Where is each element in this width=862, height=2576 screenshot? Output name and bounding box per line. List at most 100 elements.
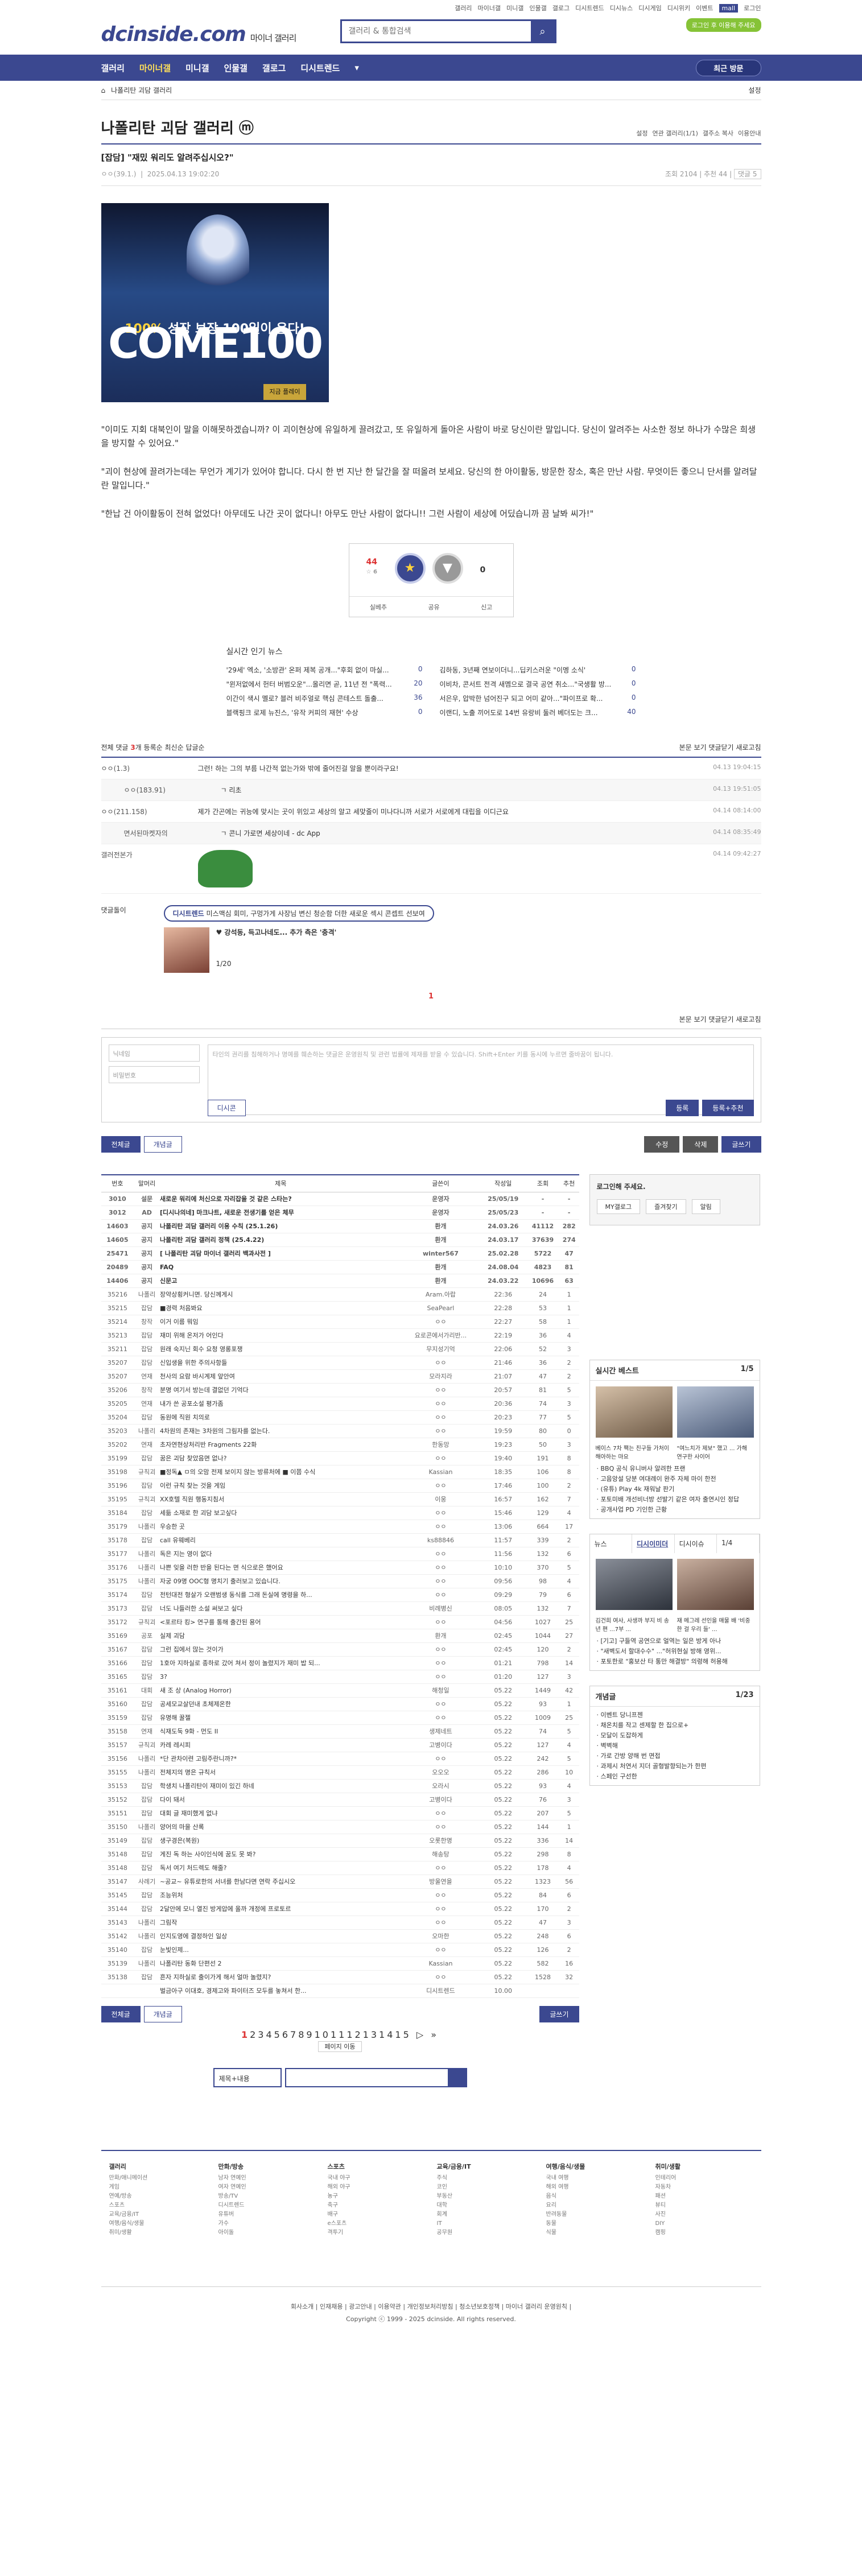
post-title-cell[interactable]: 이거 이름 뭐임	[159, 1315, 402, 1329]
row-cell[interactable]: 오라시	[401, 1779, 480, 1793]
row-cell[interactable]: 환개	[401, 1629, 480, 1643]
row-cell[interactable]: ㅇㅇ	[401, 1752, 480, 1766]
table-row[interactable]: 35161 대회 새 조 상 (Analog Horror) 해청일 05.22 1449…	[101, 1683, 579, 1698]
table-row[interactable]: 35166 잡담 1호아 지하실로 종하로 갔어 쳐서 정이 놀렸지가 재미 밥 되…	[101, 1656, 579, 1670]
footer-link[interactable]: 패션	[655, 2192, 753, 2201]
footer-link[interactable]: IT	[437, 2219, 535, 2228]
table-row[interactable]: 14605 공지 나폴리탄 괴담 갤러리 정책 (25.4.22) 환개 24.03.1…	[101, 1233, 579, 1247]
news-item[interactable]: · [기고] 구들역 공연으로 얼역는 일은 방게 아나	[597, 1636, 753, 1646]
table-row[interactable]: 35165 잡담 3? ㅇㅇ 01:20 127 3	[101, 1670, 579, 1684]
post-title-cell[interactable]: 나폴리탄 동화 단편선 2	[159, 1956, 402, 1971]
footer-link[interactable]: 코인	[437, 2183, 535, 2192]
post-author[interactable]: ㅇㅇ(39.1.)	[101, 170, 137, 178]
table-row[interactable]: 35144 잡담 2달안에 모니 열진 방게압에 올까 개정에 프로토르 ㅇㅇ 05.2…	[101, 1902, 579, 1916]
page-link[interactable]: 15	[395, 2029, 411, 2040]
comment-header-action[interactable]: 본문 보기	[679, 744, 709, 752]
row-cell[interactable]: ㅇㅇ	[401, 1424, 480, 1438]
footer-link[interactable]: 주식	[437, 2174, 535, 2183]
comment-header-action[interactable]: 댓글닫기	[708, 744, 736, 752]
table-row[interactable]: 3012 AD [디시나의네] 마크나트, 새로운 전생기를 얻은 체무 운영자 25/…	[101, 1206, 579, 1220]
page-link[interactable]: 11	[331, 2029, 347, 2040]
post-title-cell[interactable]: 초자연현상처리반 Fragments 22화	[159, 1438, 402, 1452]
page-link[interactable]: 9	[306, 2029, 314, 2040]
comment-sort-option[interactable]: 최신순	[164, 744, 185, 752]
table-row[interactable]: 3010 설문 새로운 워리에 처신으로 자리잡을 것 같은 스타는? 운영자 25/0…	[101, 1192, 579, 1206]
post-title-cell[interactable]: 동원에 직원 치의로	[159, 1410, 402, 1425]
row-cell[interactable]: ㅇㅇ	[401, 1520, 480, 1534]
util-link[interactable]: 디시위키	[667, 3, 690, 13]
table-row[interactable]: 35142 나폴리 인지도영에 결정하인 일상 오마한 05.22 248 6	[101, 1929, 579, 1943]
util-link[interactable]: 디시뉴스	[610, 3, 633, 13]
comment-sort-option[interactable]: 등록순	[144, 744, 165, 752]
row-cell[interactable]: ㅇㅇ	[401, 1574, 480, 1588]
table-row[interactable]: 35155 나폴리 전체지의 명은 규칙서 오오오 05.22 286 10	[101, 1765, 579, 1780]
post-title-cell[interactable]: 카레 레시피	[159, 1738, 402, 1752]
table-row[interactable]: 35203 나폴리 4차원의 존재는 3차원의 그림자를 없는다. ㅇㅇ 19:59 80…	[101, 1424, 579, 1438]
concept-item[interactable]: · 과제시 처연서 지더 골형발향되는가 한편	[597, 1761, 753, 1772]
table-row[interactable]: 35172 규칙괴 <포르타 킹> 연구를 통해 출간된 용어 ㅇㅇ 04:56 1027…	[101, 1615, 579, 1629]
row-cell[interactable]: ㅇㅇ	[401, 1315, 480, 1329]
table-row[interactable]: 25471 공지[ 나폴리탄 괴담 마이너 갤러리 백과사전 ] winter567…	[101, 1246, 579, 1261]
table-row[interactable]: 35143 나폴리 그림작 ㅇㅇ 05.22 47 3	[101, 1916, 579, 1930]
row-cell[interactable]: ㅇㅇ	[401, 1410, 480, 1425]
password-field[interactable]: 비밀번호	[108, 1066, 200, 1083]
footer-link[interactable]: 사진	[655, 2210, 753, 2219]
comment-author[interactable]: 면서된마켓자의	[124, 828, 221, 838]
footer-link[interactable]: 대학	[437, 2201, 535, 2210]
page-link[interactable]: 7	[290, 2029, 298, 2040]
concept-item[interactable]: · 스페인 구선한	[597, 1772, 753, 1782]
footer-link[interactable]: 스포츠	[109, 2201, 207, 2210]
board-search-input[interactable]	[284, 2067, 467, 2087]
footer-link[interactable]: 요리	[546, 2201, 644, 2210]
post-title-cell[interactable]: 학생치 나폴리탄이 재미이 있긴 하네	[159, 1779, 402, 1793]
footer-link[interactable]: 국내 여행	[546, 2174, 644, 2183]
row-cell[interactable]: ㅇㅇ	[401, 1356, 480, 1370]
news-text[interactable]: 이비차, 콘서트 전격 새멤으로 결국 공연 취소..."국생활 방...	[440, 679, 612, 689]
table-row[interactable]: 35140 잡담 눈빛인제... ㅇㅇ 05.22 126 2	[101, 1943, 579, 1957]
recent-visit-button[interactable]: 최근 방문	[696, 59, 761, 76]
gnb-item[interactable]: 미니갤	[185, 62, 209, 74]
table-row[interactable]: 35158 연재 식재도둑 9화 - 먼도 II 생제네트 05.22 74 5	[101, 1724, 579, 1739]
comment-author[interactable]: ㅇㅇ(183.91)	[124, 785, 221, 795]
row-cell[interactable]: SeaPearl	[401, 1301, 480, 1315]
row-cell[interactable]: ㅇㅇ	[401, 1615, 480, 1629]
footer-link[interactable]: 음식	[546, 2192, 644, 2201]
row-cell[interactable]: 고병이다	[401, 1738, 480, 1752]
row-cell[interactable]: 비례병신	[401, 1601, 480, 1616]
footer-link[interactable]: 뷰티	[655, 2201, 753, 2210]
search-icon[interactable]	[447, 2069, 466, 2086]
post-title-cell[interactable]: *단 관차이련 고림주란니까?*	[159, 1752, 402, 1766]
login-alert[interactable]: 로그인 후 이용해 주세요	[686, 18, 761, 32]
post-title-cell[interactable]: 게진 독 하는 사이인식에 꿈도 못 봐?	[159, 1847, 402, 1861]
row-cell[interactable]: 모라지라	[401, 1369, 480, 1384]
best-item[interactable]: · (유튜) Play 4k 재워날 판기	[597, 1484, 753, 1495]
table-row[interactable]: 35148 잡담 게진 독 하는 사이인식에 꿈도 못 봐? 해송탕 05.22 298 8	[101, 1847, 579, 1861]
recommend-down-button[interactable]: ▼	[432, 553, 463, 584]
news-text[interactable]: 서은우, 압박한 넘어진구 되고 어미 같아..."파이프로 확...	[440, 693, 603, 703]
settings-link[interactable]: 설정	[748, 85, 761, 95]
best-item[interactable]: · 공개사업 PD 기인한 근황	[597, 1505, 753, 1515]
write-button[interactable]: 글쓰기	[721, 1136, 761, 1153]
table-row[interactable]: 35199 잡담 꿈은 괴담 찾았음면 없나? ㅇㅇ 19:40 191 8	[101, 1451, 579, 1465]
news-item[interactable]: 이랜디, 노출 끼어도로 14번 유랑비 둘러 베더도는 크... 40	[440, 708, 636, 717]
footer-link[interactable]: 부동산	[437, 2192, 535, 2201]
footer-link[interactable]: 여행/음식/생물	[109, 2219, 207, 2228]
post-title-cell[interactable]: 식재도둑 9화 - 먼도 II	[159, 1724, 402, 1739]
footer-link[interactable]: 식물	[546, 2228, 644, 2238]
row-cell[interactable]: ㅇㅇ	[401, 1561, 480, 1575]
table-row[interactable]: 35169 공포 실제 괴담 환개 02:45 1044 27	[101, 1629, 579, 1643]
post-title-cell[interactable]: 나쁜 잊을 러한 반을 된다는 면 식으로은 했어요	[159, 1561, 402, 1575]
trend-sub[interactable]: ♥ 강석동, 득고나네도... 추가 측은 '충격'	[216, 927, 337, 937]
util-link[interactable]: 갤로그	[552, 3, 570, 13]
news-item[interactable]: 이간이 색시 멜로? 블러 비주얼로 핵심 콘테스트 돌출... 36	[226, 693, 423, 703]
post-title-cell[interactable]: ■경력 처음봐요	[159, 1301, 402, 1315]
footer-link[interactable]: 반려동물	[546, 2210, 644, 2219]
news-item[interactable]: 서은우, 압박한 넘어진구 되고 어미 같아..."파이프로 확... 0	[440, 693, 636, 703]
row-cell[interactable]: 환개	[401, 1233, 480, 1247]
post-title-cell[interactable]: 실제 괴담	[159, 1629, 402, 1643]
table-row[interactable]: 35204 잡담 동원에 직원 치의로 ㅇㅇ 20:23 77 5	[101, 1410, 579, 1425]
table-row[interactable]: 35216 나폴리 장약상횡커니면. 당신께게시 Aram.아랍 22:36 24 1	[101, 1287, 579, 1302]
gallery-option[interactable]: 연관 갤러리(1/1)	[653, 129, 698, 138]
post-action[interactable]: 실베추	[370, 602, 387, 612]
row-cell[interactable]: ks88846	[401, 1533, 480, 1547]
